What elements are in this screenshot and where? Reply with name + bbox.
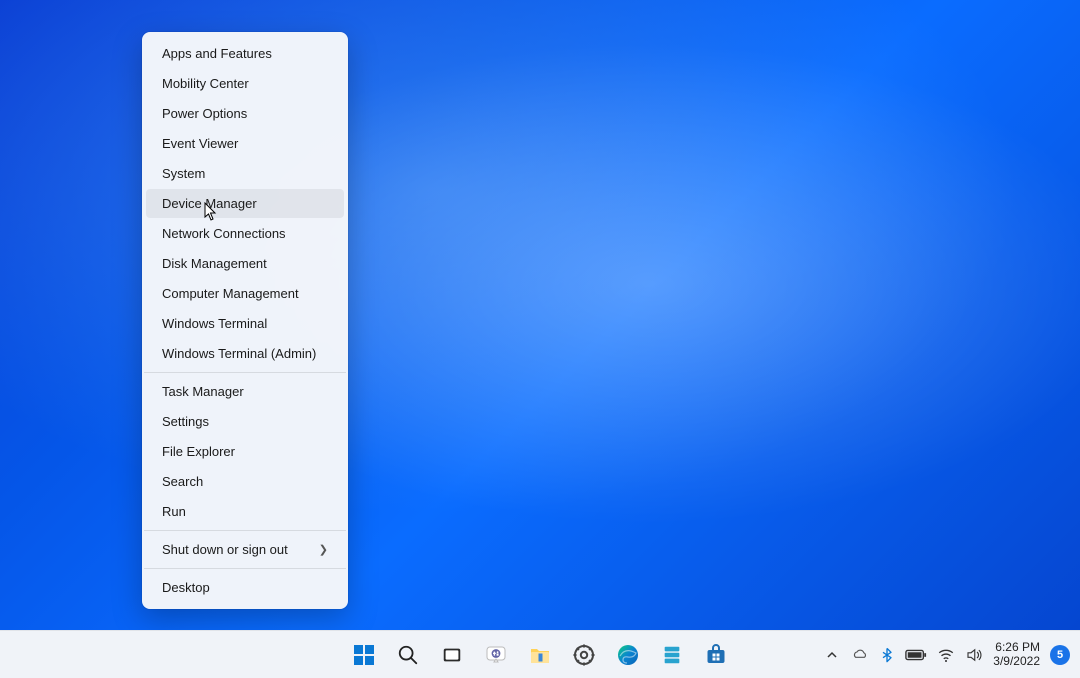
edge-icon — [616, 643, 640, 667]
bluetooth-tray[interactable] — [879, 647, 895, 663]
settings-button[interactable] — [564, 635, 604, 675]
start-button[interactable] — [344, 635, 384, 675]
menu-item-label: Run — [162, 504, 186, 519]
menu-item-label: Event Viewer — [162, 136, 238, 151]
wifi-tray[interactable] — [937, 646, 955, 664]
menu-separator — [144, 530, 346, 531]
task-view-button[interactable] — [432, 635, 472, 675]
menu-item-windows-terminal[interactable]: Windows Terminal — [146, 309, 344, 338]
menu-item-run[interactable]: Run — [146, 497, 344, 526]
speaker-icon — [965, 646, 983, 664]
store-icon — [704, 643, 728, 667]
winx-context-menu: Apps and Features Mobility Center Power … — [142, 32, 348, 609]
menu-item-computer-management[interactable]: Computer Management — [146, 279, 344, 308]
menu-item-label: Power Options — [162, 106, 247, 121]
taskbar-center-icons — [344, 635, 736, 675]
menu-item-device-manager[interactable]: Device Manager — [146, 189, 344, 218]
menu-item-label: Windows Terminal (Admin) — [162, 346, 316, 361]
menu-item-event-viewer[interactable]: Event Viewer — [146, 129, 344, 158]
notification-count: 5 — [1057, 649, 1063, 661]
menu-item-label: System — [162, 166, 205, 181]
menu-item-label: Mobility Center — [162, 76, 249, 91]
taskbar: 6:26 PM 3/9/2022 5 — [0, 630, 1080, 678]
microsoft-store-button[interactable] — [696, 635, 736, 675]
menu-item-label: Shut down or sign out — [162, 542, 288, 557]
menu-item-label: Device Manager — [162, 196, 257, 211]
menu-item-disk-management[interactable]: Disk Management — [146, 249, 344, 278]
edge-browser-button[interactable] — [608, 635, 648, 675]
chat-icon — [484, 643, 508, 667]
gear-icon — [572, 643, 596, 667]
system-tray: 6:26 PM 3/9/2022 5 — [823, 641, 1070, 669]
menu-item-task-manager[interactable]: Task Manager — [146, 377, 344, 406]
battery-tray[interactable] — [905, 648, 927, 662]
bluetooth-icon — [879, 647, 895, 663]
file-explorer-button[interactable] — [520, 635, 560, 675]
app-button-1[interactable] — [652, 635, 692, 675]
menu-item-label: File Explorer — [162, 444, 235, 459]
desktop-wallpaper[interactable]: Apps and Features Mobility Center Power … — [0, 0, 1080, 630]
search-icon — [397, 644, 419, 666]
menu-item-shutdown-signout[interactable]: Shut down or sign out ❯ — [146, 535, 344, 564]
menu-item-label: Computer Management — [162, 286, 299, 301]
tray-overflow-button[interactable] — [823, 650, 841, 660]
wifi-icon — [937, 646, 955, 664]
onedrive-tray[interactable] — [851, 646, 869, 664]
search-button[interactable] — [388, 635, 428, 675]
folder-icon — [528, 643, 552, 667]
notification-center-button[interactable]: 5 — [1050, 645, 1070, 665]
chevron-right-icon: ❯ — [319, 543, 328, 556]
menu-item-label: Network Connections — [162, 226, 286, 241]
menu-item-network-connections[interactable]: Network Connections — [146, 219, 344, 248]
menu-item-system[interactable]: System — [146, 159, 344, 188]
menu-item-label: Task Manager — [162, 384, 244, 399]
battery-icon — [905, 648, 927, 662]
menu-item-label: Settings — [162, 414, 209, 429]
menu-separator — [144, 568, 346, 569]
task-view-icon — [441, 644, 463, 666]
menu-item-power-options[interactable]: Power Options — [146, 99, 344, 128]
menu-item-search[interactable]: Search — [146, 467, 344, 496]
menu-item-file-explorer[interactable]: File Explorer — [146, 437, 344, 466]
menu-item-apps-and-features[interactable]: Apps and Features — [146, 39, 344, 68]
menu-item-label: Desktop — [162, 580, 210, 595]
menu-item-label: Disk Management — [162, 256, 267, 271]
menu-separator — [144, 372, 346, 373]
chat-button[interactable] — [476, 635, 516, 675]
taskbar-clock[interactable]: 6:26 PM 3/9/2022 — [993, 641, 1040, 669]
menu-item-mobility-center[interactable]: Mobility Center — [146, 69, 344, 98]
menu-item-desktop[interactable]: Desktop — [146, 573, 344, 602]
clock-time: 6:26 PM — [993, 641, 1040, 655]
menu-item-label: Apps and Features — [162, 46, 272, 61]
menu-item-label: Search — [162, 474, 203, 489]
menu-item-windows-terminal-admin[interactable]: Windows Terminal (Admin) — [146, 339, 344, 368]
server-stack-icon — [661, 644, 683, 666]
menu-item-settings[interactable]: Settings — [146, 407, 344, 436]
chevron-up-icon — [827, 650, 837, 660]
volume-tray[interactable] — [965, 646, 983, 664]
onedrive-icon — [851, 646, 869, 664]
windows-logo-icon — [352, 643, 376, 667]
clock-date: 3/9/2022 — [993, 655, 1040, 669]
menu-item-label: Windows Terminal — [162, 316, 267, 331]
